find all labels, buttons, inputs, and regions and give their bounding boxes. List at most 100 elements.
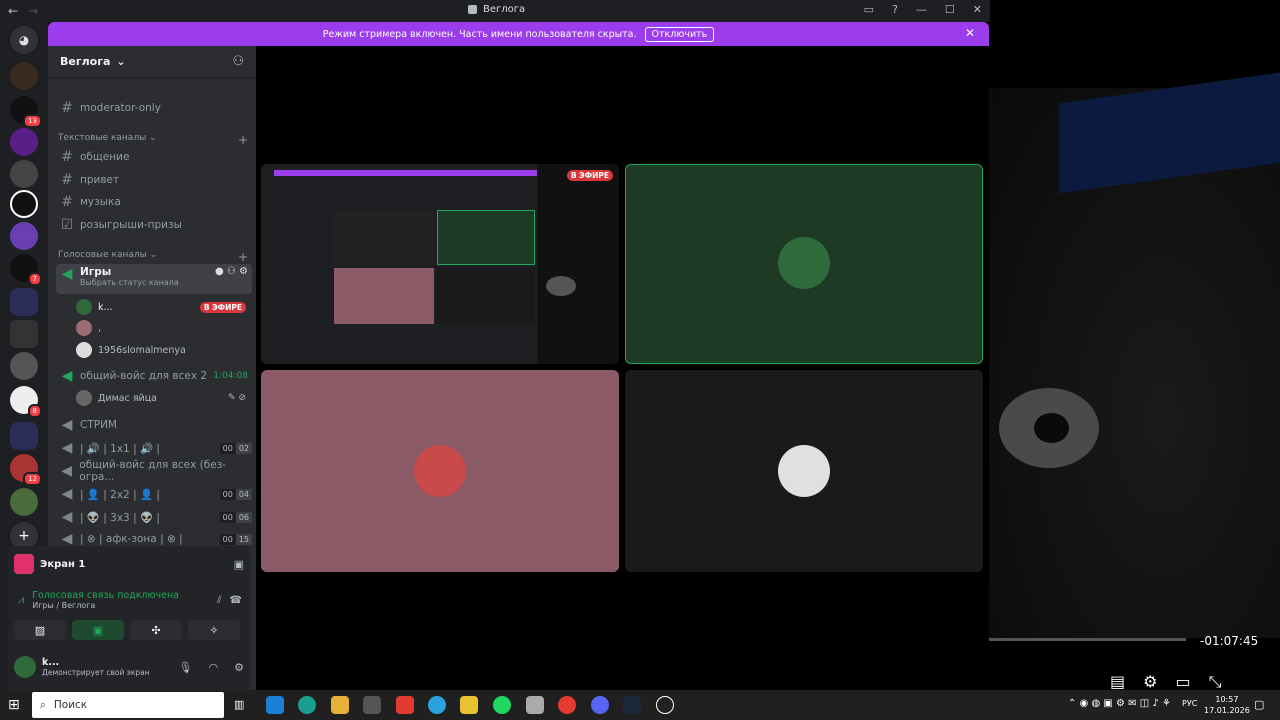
channel-text[interactable]: # привет (56, 170, 252, 190)
clock[interactable]: 10:57 17.01.2026 (1204, 694, 1250, 716)
stream-tile-screen[interactable]: В ЭФИРЕ (261, 164, 619, 364)
subtitles-icon[interactable]: ▤ (1110, 672, 1125, 692)
voice-channel[interactable]: ◀ СТРИМ (56, 415, 252, 435)
progress-bar[interactable] (989, 638, 1186, 641)
language-indicator[interactable]: РУС (1182, 699, 1197, 708)
server-icon[interactable] (10, 488, 38, 516)
voice-channel[interactable]: ◀ общий-войс для всех (без-огра... (56, 459, 252, 483)
back-icon[interactable]: ← (8, 4, 18, 18)
voice-category[interactable]: Голосовые каналы ⌄ + (58, 250, 248, 264)
folder-icon[interactable] (10, 422, 38, 450)
voice-user[interactable]: , (76, 320, 246, 336)
server-icon[interactable] (10, 190, 38, 218)
app-icon[interactable] (460, 696, 478, 714)
user-panel: Экран 1 ▣ ⩘ Голосовая связь подключена И… (8, 546, 250, 690)
voice-user[interactable]: 1956slomalmenya (76, 342, 246, 358)
add-member-icon[interactable]: ⚇ (232, 54, 244, 69)
channel-text[interactable]: # музыка (56, 192, 252, 212)
voice-channel[interactable]: ◀ общий-войс для всех 2 1:04:08 (56, 366, 252, 386)
activities-button[interactable]: ✣ (130, 620, 182, 640)
stream-tile-user[interactable] (625, 370, 983, 572)
close-button[interactable]: ✕ (973, 3, 982, 16)
search-input[interactable]: ⌕ Поиск (32, 692, 224, 718)
server-header[interactable]: Веглога ⌄ ⚇ (48, 46, 256, 78)
help-icon[interactable]: ? (892, 3, 898, 16)
forward-icon[interactable]: → (28, 4, 38, 18)
gear-icon[interactable]: ⚙ (234, 661, 244, 674)
app-icon[interactable] (526, 696, 544, 714)
voice-location-link[interactable]: Игры / Веглога (32, 601, 179, 610)
store-icon[interactable] (363, 696, 381, 714)
edge-icon[interactable] (298, 696, 316, 714)
obs-icon[interactable] (656, 696, 674, 714)
windows-start-icon[interactable]: ⊞ (8, 697, 20, 713)
minimize-button[interactable]: — (916, 3, 927, 16)
text-category[interactable]: Текстовые каналы ⌄ + (58, 133, 248, 147)
steam-icon[interactable] (623, 696, 641, 714)
stream-tile-user[interactable] (625, 164, 983, 364)
task-view-icon[interactable]: ▥ (234, 698, 244, 711)
server-icon[interactable] (10, 62, 38, 90)
avatar (76, 390, 92, 406)
channel-moderator-only[interactable]: # moderator-only (56, 98, 252, 118)
stream-tile-user[interactable] (261, 370, 619, 572)
speaker-icon: ◀ (61, 463, 73, 479)
exit-fullscreen-icon[interactable]: ⤡ (1209, 672, 1222, 692)
voice-channel[interactable]: ◀ | 🔊 | 1x1 | 🔊 | 00 02 (56, 438, 252, 458)
microphone-icon[interactable]: 🎙 (179, 661, 193, 674)
channel-text[interactable]: # общение (56, 147, 252, 167)
headphones-icon[interactable]: ◠ (209, 661, 219, 674)
telegram-icon[interactable] (428, 696, 446, 714)
notifications-icon[interactable]: ▢ (1254, 698, 1264, 711)
gear-icon[interactable]: ⚙ (1143, 672, 1157, 692)
chat-icon[interactable]: ● ⚇ ⚙ (215, 266, 248, 277)
yandex-browser-icon[interactable] (558, 696, 576, 714)
plus-icon[interactable]: + (238, 133, 248, 147)
channel-status[interactable]: Выбрать статус канала (80, 278, 179, 287)
camera-off-button[interactable]: ▨ (14, 620, 66, 640)
mail-icon[interactable] (266, 696, 284, 714)
server-icon (468, 5, 477, 14)
server-icon[interactable] (10, 320, 38, 348)
avatar[interactable] (14, 656, 36, 678)
maximize-button[interactable]: ☐ (945, 3, 955, 16)
speaker-icon: ◀ (61, 417, 73, 433)
discord-icon[interactable] (591, 696, 609, 714)
avatar (76, 299, 92, 315)
voice-channel[interactable]: ◀ | 👽 | 3x3 | 👽 | 00 06 (56, 507, 252, 527)
cast-icon[interactable]: ▭ (1175, 672, 1190, 692)
server-icon[interactable] (10, 222, 38, 250)
close-icon[interactable]: ✕ (965, 26, 975, 40)
voice-channel[interactable]: ◀ | 👤 | 2x2 | 👤 | 00 04 (56, 484, 252, 504)
server-icon[interactable] (10, 128, 38, 156)
server-icon[interactable] (10, 352, 38, 380)
noise-suppression-icon[interactable]: ⫽ (217, 595, 221, 606)
disable-streamer-mode-button[interactable]: Отключить (644, 26, 715, 42)
yandex-icon[interactable] (396, 696, 414, 714)
window-controls: ▭ ? — ☐ ✕ (864, 3, 982, 16)
voice-user[interactable]: k... В ЭФИРЕ (76, 299, 246, 315)
channel-text[interactable]: ☑ розыгрыши-призы (56, 215, 252, 235)
disconnect-icon[interactable]: ☎ (230, 595, 242, 606)
server-icon[interactable]: 12 (10, 454, 42, 486)
soundboard-button[interactable]: ✧ (188, 620, 240, 640)
stop-stream-icon[interactable]: ▣ (234, 558, 244, 571)
server-icon[interactable] (10, 160, 38, 188)
discord-home-icon[interactable]: ◕ (10, 26, 38, 54)
folder-icon[interactable] (10, 288, 38, 316)
server-icon[interactable]: 7 (10, 254, 42, 286)
speaker-icon: ◀ (61, 509, 73, 525)
folder-icon[interactable] (331, 696, 349, 714)
video-time: -01:07:45 (1200, 634, 1259, 648)
system-tray-icons[interactable]: ⌃ ◉ ◍ ▣ ⚙ ✉ ◫ ♪ ⚘ (1068, 698, 1171, 709)
inbox-icon[interactable]: ▭ (864, 3, 874, 16)
voice-channel-active[interactable]: ◀ Игры Выбрать статус канала ● ⚇ ⚙ (56, 264, 252, 294)
user-limit: 00 15 (219, 533, 252, 545)
server-icon[interactable]: 8 (10, 386, 42, 418)
screen-share-button[interactable]: ▣ (72, 620, 124, 640)
spotify-icon[interactable] (493, 696, 511, 714)
speaker-icon: ◀ (61, 368, 73, 384)
voice-user[interactable]: Димас яйца ✎ ⊘ (76, 390, 246, 406)
server-icon[interactable]: 13 (10, 96, 42, 128)
plus-icon[interactable]: + (238, 250, 248, 264)
